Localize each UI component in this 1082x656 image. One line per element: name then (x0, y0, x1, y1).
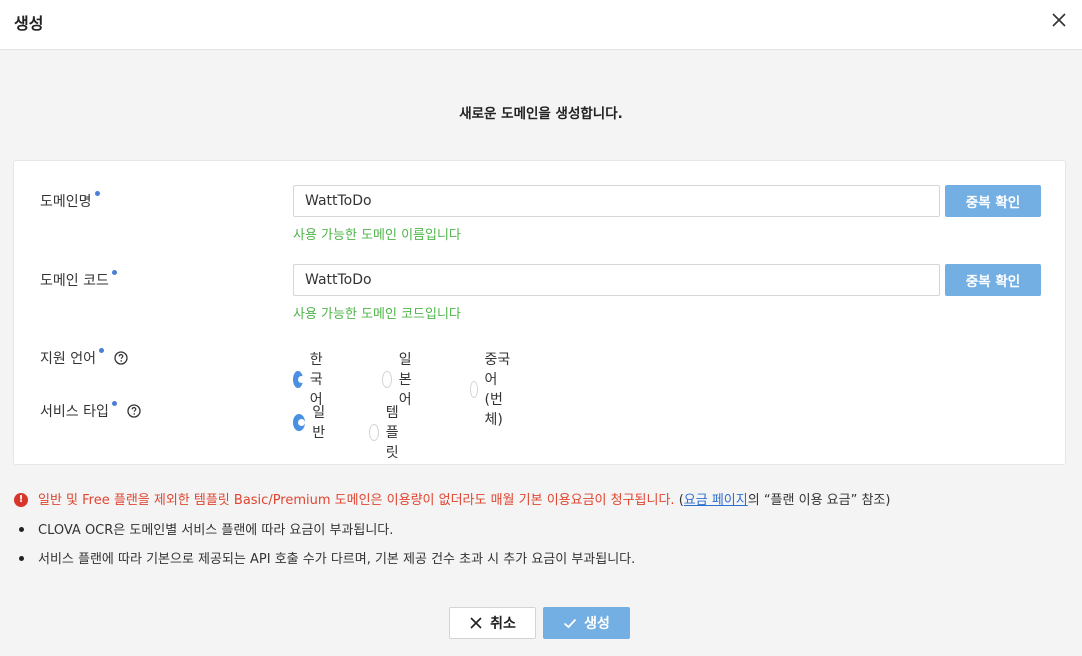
create-button[interactable]: 생성 (543, 607, 630, 639)
radio-language-japanese[interactable]: 일본어 (382, 349, 419, 409)
check-icon (564, 618, 577, 629)
dialog-subtitle: 새로운 도메인을 생성합니다. (459, 106, 623, 122)
domain-name-label: 도메인명 (40, 191, 100, 211)
info-note-1: CLOVA OCR은 도메인별 서비스 플랜에 따라 요금이 부과됩니다. (14, 519, 393, 538)
warning-note: ! 일반 및 Free 플랜을 제외한 템플릿 Basic/Premium 도메인… (14, 489, 890, 508)
required-dot-icon (98, 348, 104, 353)
domain-code-input[interactable] (293, 264, 940, 296)
language-label: 지원 언어 (40, 348, 128, 368)
radio-label: 일반 (312, 405, 326, 441)
domain-name-duplicate-check-button[interactable]: 중복 확인 (945, 185, 1041, 217)
create-button-label: 생성 (584, 616, 610, 632)
service-type-label-text: 서비스 타입 (40, 404, 109, 420)
domain-name-status: 사용 가능한 도메인 이름입니다 (293, 228, 461, 243)
radio-label: 중국어(번체) (484, 352, 511, 428)
radio-label: 일본어 (398, 352, 412, 408)
radio-language-chinese-traditional[interactable]: 중국어(번체) (470, 349, 512, 429)
radio-label: 한국어 (309, 352, 323, 408)
info-note-1-text: CLOVA OCR은 도메인별 서비스 플랜에 따라 요금이 부과됩니다. (38, 523, 394, 538)
domain-code-duplicate-check-button[interactable]: 중복 확인 (945, 264, 1041, 296)
service-type-label: 서비스 타입 (40, 401, 141, 421)
cancel-button[interactable]: 취소 (449, 607, 536, 639)
cancel-button-label: 취소 (490, 616, 516, 632)
radio-unselected-icon (369, 423, 379, 441)
help-icon[interactable] (127, 403, 141, 418)
domain-name-input[interactable] (293, 185, 940, 217)
radio-language-korean[interactable]: 한국어 (293, 349, 330, 409)
info-note-2: 서비스 플랜에 따라 기본으로 제공되는 API 호출 수가 다르며, 기본 제… (14, 548, 635, 567)
dialog-title: 생성 (14, 14, 44, 33)
dialog-header: 생성 (0, 0, 1082, 50)
domain-code-status: 사용 가능한 도메인 코드입니다 (293, 307, 461, 322)
required-dot-icon (94, 191, 100, 196)
language-label-text: 지원 언어 (40, 351, 96, 367)
help-icon[interactable] (114, 350, 128, 365)
required-dot-icon (111, 270, 117, 275)
bullet-icon (19, 527, 24, 532)
warning-suffix: 의 “플랜 이용 요금” 참조) (747, 493, 891, 508)
close-icon (470, 617, 482, 629)
radio-selected-icon (293, 370, 305, 388)
info-note-2-text: 서비스 플랜에 따라 기본으로 제공되는 API 호출 수가 다르며, 기본 제… (38, 552, 636, 567)
radio-service-type-template[interactable]: 템플릿 (369, 402, 406, 462)
radio-service-type-general[interactable]: 일반 (293, 402, 330, 442)
radio-selected-icon (293, 413, 306, 431)
close-icon[interactable] (1049, 10, 1069, 30)
domain-name-label-text: 도메인명 (40, 194, 92, 210)
radio-label: 템플릿 (385, 405, 399, 461)
domain-code-label: 도메인 코드 (40, 270, 117, 290)
warning-text: 일반 및 Free 플랜을 제외한 템플릿 Basic/Premium 도메인은… (38, 493, 675, 508)
pricing-page-link[interactable]: 요금 페이지 (684, 493, 748, 508)
domain-code-label-text: 도메인 코드 (40, 273, 109, 289)
domain-form: 도메인명 중복 확인 사용 가능한 도메인 이름입니다 도메인 코드 중복 확인… (13, 160, 1066, 465)
bullet-icon (19, 556, 24, 561)
radio-unselected-icon (470, 380, 478, 398)
radio-unselected-icon (382, 370, 392, 388)
required-dot-icon (111, 401, 117, 406)
warning-icon: ! (14, 492, 28, 507)
